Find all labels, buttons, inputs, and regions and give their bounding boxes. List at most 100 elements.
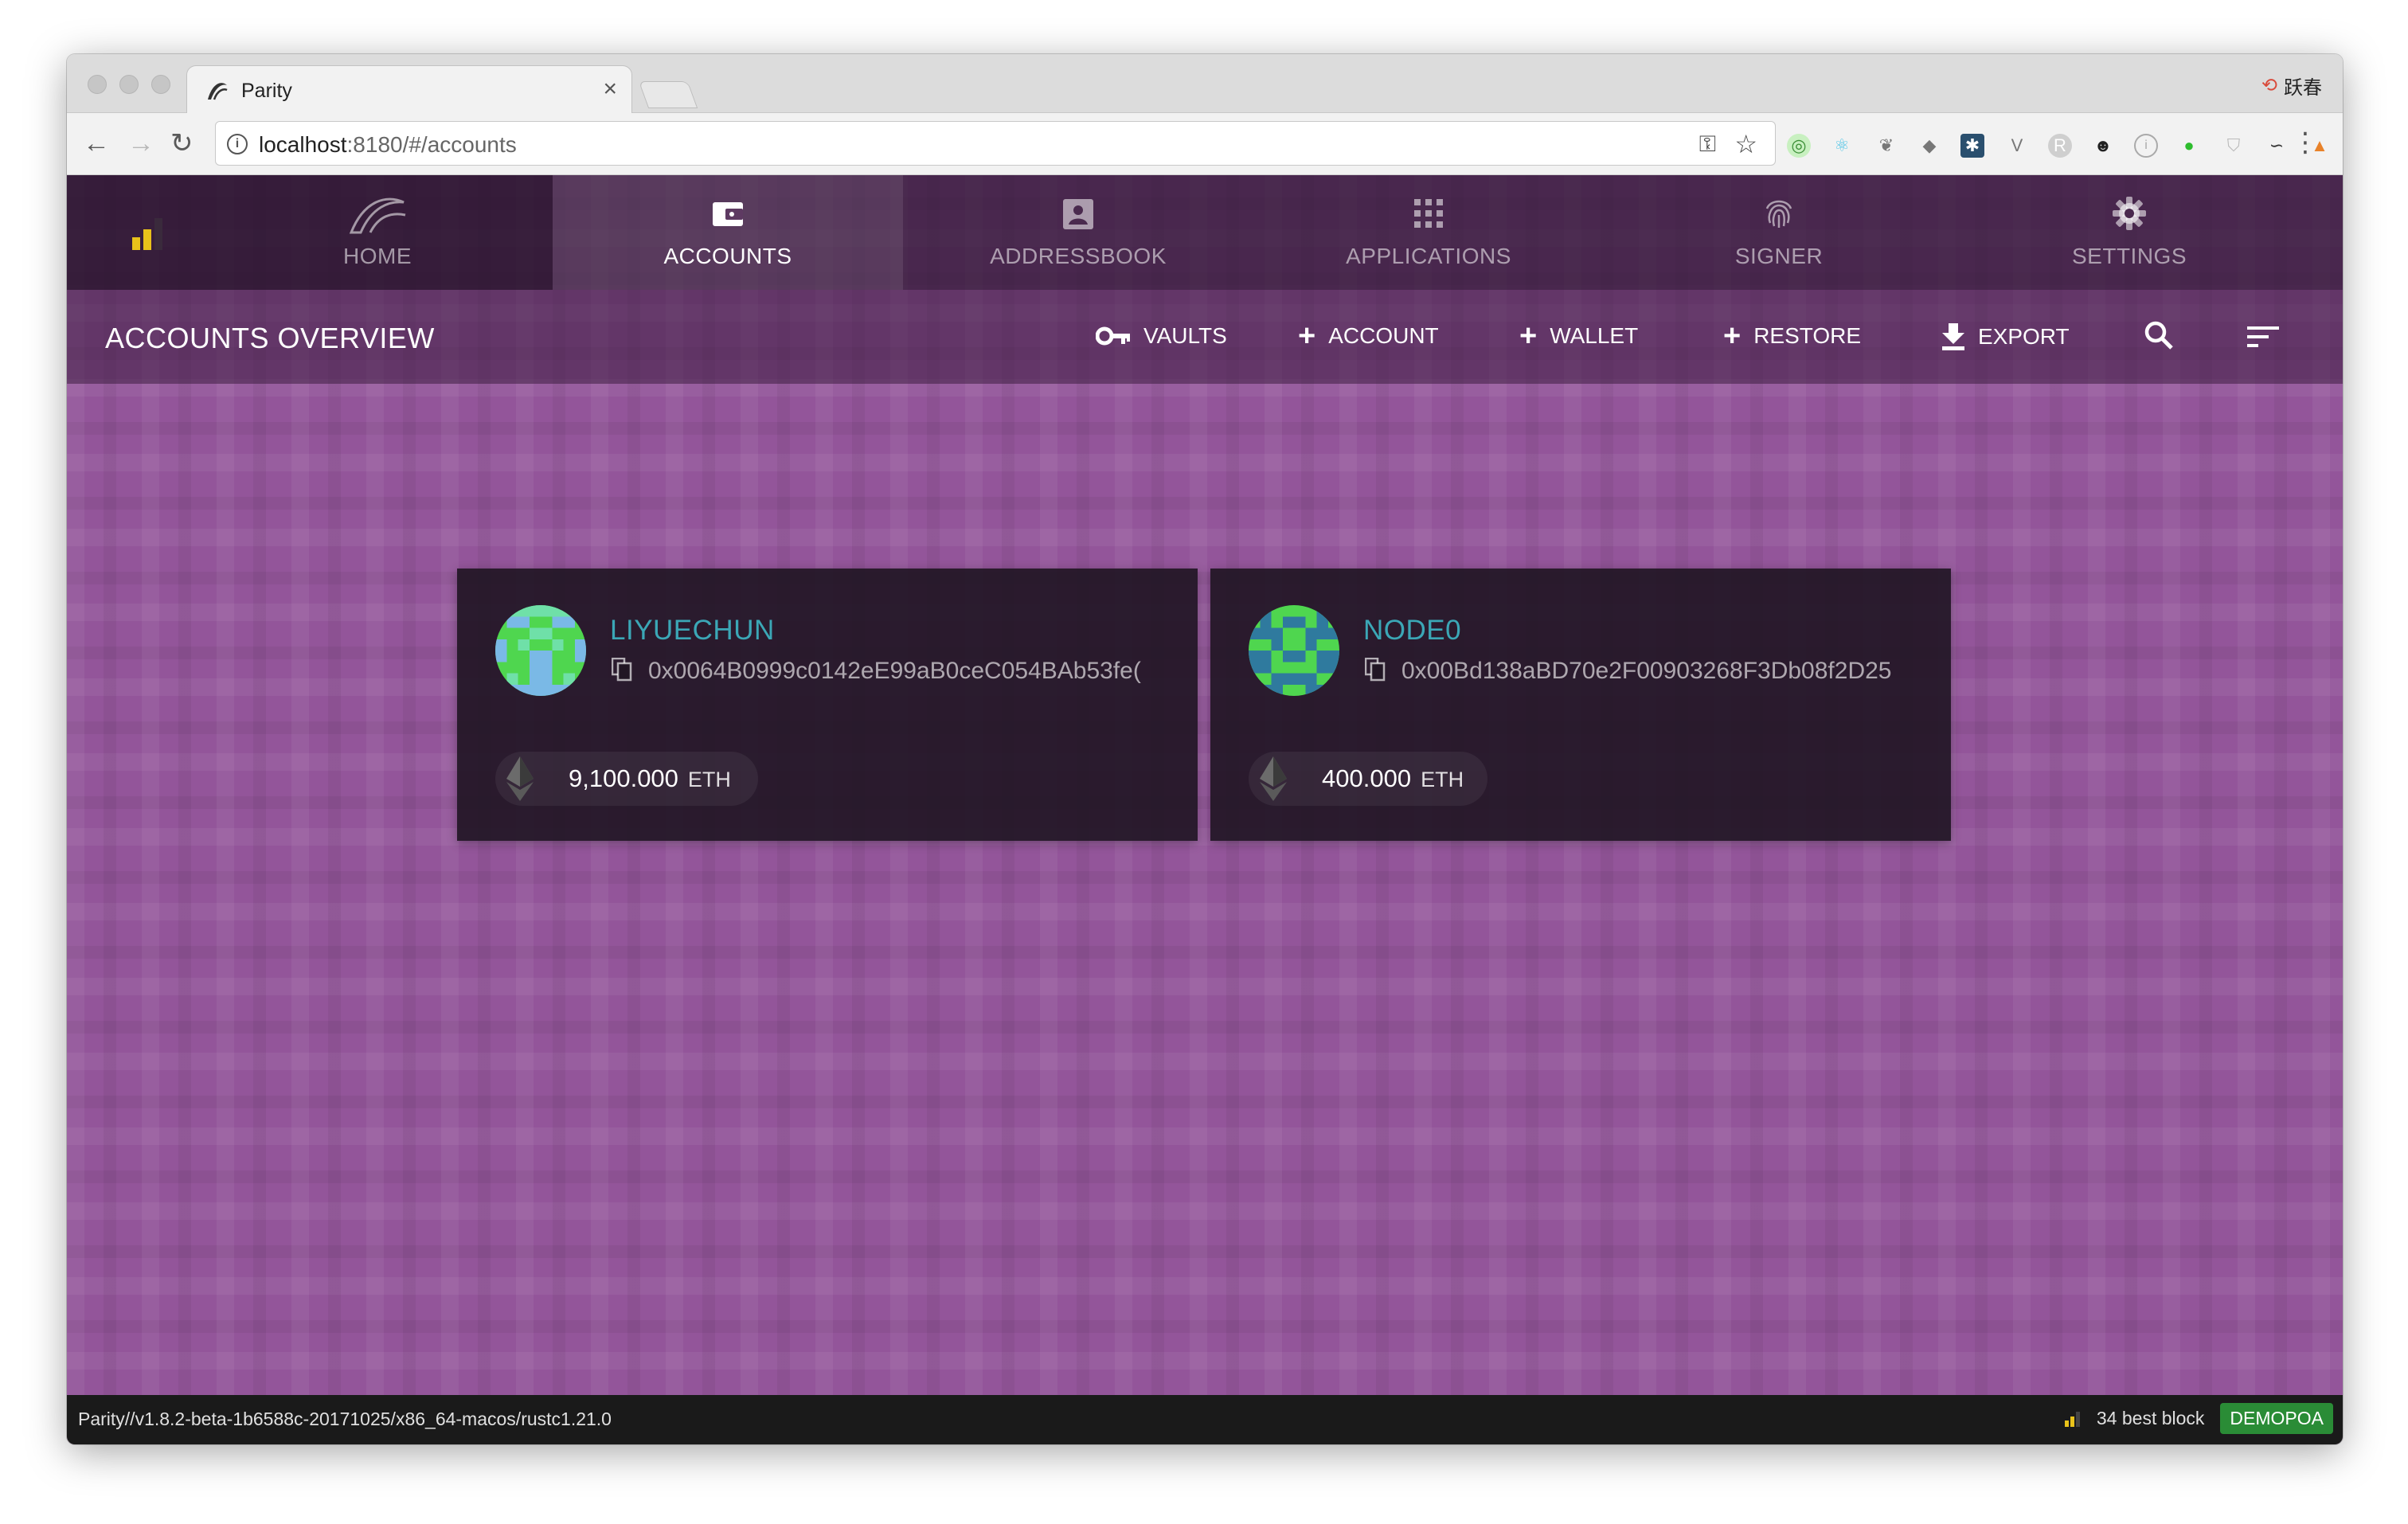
profile-sync-icon: ⟲ [2261, 75, 2277, 96]
address-bar[interactable]: i localhost:8180/#/accounts ⚿ ☆ [215, 121, 1776, 166]
copy-address-icon[interactable] [1365, 658, 1386, 682]
account-card[interactable]: LIYUECHUN 0x0064B0999c0142eE99aB0ceC054B… [457, 569, 1198, 841]
gear-icon [2113, 197, 2146, 230]
extension-layers-icon[interactable]: ◆ [1917, 134, 1941, 158]
best-block: 34 best block [2096, 1408, 2205, 1428]
accounts-header-bar: ACCOUNTS OVERVIEW VAULTS + ACCOUNT + WAL… [67, 290, 2343, 384]
extension-circle-icon[interactable]: ◎ [1787, 134, 1811, 158]
account-address: 0x00Bd138aBD70e2F00903268F3Db08f2D25 [1401, 658, 1892, 684]
balance-value: 9,100.000 [569, 764, 678, 792]
restore-button[interactable]: + RESTORE [1723, 319, 1862, 353]
profile-name: 跃春 [2284, 77, 2322, 99]
add-wallet-button[interactable]: + WALLET [1519, 319, 1639, 353]
nav-addressbook[interactable]: ADDRESSBOOK [903, 175, 1253, 290]
window-close-button[interactable] [88, 75, 107, 94]
sort-button[interactable] [2247, 320, 2279, 355]
window-minimize-button[interactable] [119, 75, 139, 94]
browser-window: Parity × ⟲ 跃春 ← → ↻ i localhost:8180/#/a… [67, 54, 2343, 1444]
add-wallet-label: WALLET [1550, 323, 1639, 348]
top-navigation: HOME ACCOUNTS ADDRESSBOOK APPLICATIONS S… [67, 175, 2343, 290]
key-icon [1096, 326, 1130, 346]
nav-accounts[interactable]: ACCOUNTS [553, 175, 903, 290]
account-name[interactable]: LIYUECHUN [610, 615, 775, 647]
account-identicon [495, 605, 586, 696]
tab-title: Parity [241, 80, 292, 102]
account-identicon [1249, 605, 1339, 696]
export-label: EXPORT [1978, 324, 2070, 349]
back-button[interactable]: ← [83, 127, 110, 159]
nav-accounts-label: ACCOUNTS [663, 244, 792, 268]
extension-r-icon[interactable]: R [2048, 134, 2072, 158]
add-account-button[interactable]: + ACCOUNT [1298, 319, 1439, 353]
tab-close-icon[interactable]: × [603, 77, 617, 101]
plus-icon: + [1298, 319, 1316, 353]
export-button[interactable]: EXPORT [1941, 323, 2070, 350]
sort-icon [2247, 326, 2279, 347]
extension-v-icon[interactable]: V [2005, 134, 2029, 158]
vaults-label: VAULTS [1143, 323, 1227, 348]
status-bar-right: 34 best block DEMOPOA [2064, 1403, 2333, 1434]
wallet-icon [713, 202, 743, 226]
nav-signer-label: SIGNER [1734, 244, 1824, 268]
extension-panda-icon[interactable]: ☻ [2091, 134, 2115, 158]
balance-value: 400.000 [1322, 764, 1412, 792]
account-address: 0x0064B0999c0142eE99aB0ceC054BAb53fe( [648, 658, 1141, 684]
extension-info-icon[interactable]: i [2134, 134, 2158, 158]
status-bar: Parity//v1.8.2-beta-1b6588c-20171025/x86… [67, 1395, 2343, 1444]
extension-chip-icon[interactable]: ✱ [1960, 134, 1984, 158]
download-icon [1942, 323, 1964, 350]
extension-shield-icon[interactable]: ⛉ [2222, 134, 2246, 158]
url-text[interactable]: localhost:8180/#/accounts [259, 132, 517, 158]
profile-button[interactable]: ⟲ 跃春 [2261, 72, 2322, 100]
extension-leaf-icon[interactable]: ❦ [1874, 134, 1898, 158]
site-info-icon[interactable]: i [227, 134, 248, 154]
reload-button[interactable]: ↻ [170, 127, 194, 159]
passwords-key-icon[interactable]: ⚿ [1699, 131, 1716, 158]
ether-icon [506, 756, 534, 801]
browser-menu-icon[interactable]: ⋮ [2292, 129, 2319, 156]
nav-settings-label: SETTINGS [2071, 244, 2187, 268]
account-name[interactable]: NODE0 [1363, 615, 1461, 647]
nav-home[interactable]: HOME [202, 175, 553, 290]
nav-applications[interactable]: APPLICATIONS [1253, 175, 1604, 290]
account-balance: 9,100.000 ETH [495, 752, 758, 806]
bookmark-star-icon[interactable]: ☆ [1734, 129, 1757, 159]
nav-settings[interactable]: SETTINGS [1954, 175, 2304, 290]
parity-logo-icon [349, 197, 406, 234]
chain-badge: DEMOPOA [2220, 1403, 2333, 1434]
parity-favicon-icon [208, 83, 228, 100]
fingerprint-icon [1765, 200, 1792, 228]
apps-grid-icon [1414, 199, 1443, 228]
search-icon [2144, 321, 2173, 350]
add-account-label: ACCOUNT [1328, 323, 1439, 348]
nav-applications-label: APPLICATIONS [1346, 244, 1511, 268]
vaults-button[interactable]: VAULTS [1096, 323, 1227, 349]
new-tab-button[interactable] [638, 81, 698, 108]
account-card[interactable]: NODE0 0x00Bd138aBD70e2F00903268F3Db08f2D… [1210, 569, 1951, 841]
tab-strip: Parity × ⟲ 跃春 [67, 54, 2343, 115]
parity-app: HOME ACCOUNTS ADDRESSBOOK APPLICATIONS S… [67, 175, 2343, 1444]
balance-unit: ETH [687, 768, 731, 791]
copy-address-icon[interactable] [612, 658, 632, 682]
nav-signer[interactable]: SIGNER [1604, 175, 1954, 290]
page-title: ACCOUNTS OVERVIEW [105, 322, 435, 354]
window-zoom-button[interactable] [151, 75, 170, 94]
sync-status-icon [132, 218, 162, 250]
browser-tab-parity[interactable]: Parity × [186, 65, 632, 115]
account-balance: 400.000 ETH [1249, 752, 1487, 806]
forward-button[interactable]: → [127, 127, 154, 159]
ether-icon [1260, 756, 1287, 801]
restore-label: RESTORE [1753, 323, 1862, 348]
balance-unit: ETH [1421, 768, 1464, 791]
sync-signal-icon [2064, 1411, 2080, 1427]
nav-home-label: HOME [343, 244, 412, 268]
extension-parity-icon[interactable]: ∽ [2265, 134, 2289, 158]
browser-toolbar: ← → ↻ i localhost:8180/#/accounts ⚿ ☆ ◎ … [67, 113, 2343, 175]
plus-icon: + [1519, 319, 1538, 353]
search-button[interactable] [2144, 320, 2174, 357]
extension-react-icon[interactable]: ⚛ [1830, 134, 1854, 158]
extension-wechat-icon[interactable]: ● [2177, 134, 2201, 158]
plus-icon: + [1723, 319, 1742, 353]
nav-addressbook-label: ADDRESSBOOK [990, 244, 1167, 268]
contacts-icon [1063, 199, 1093, 229]
